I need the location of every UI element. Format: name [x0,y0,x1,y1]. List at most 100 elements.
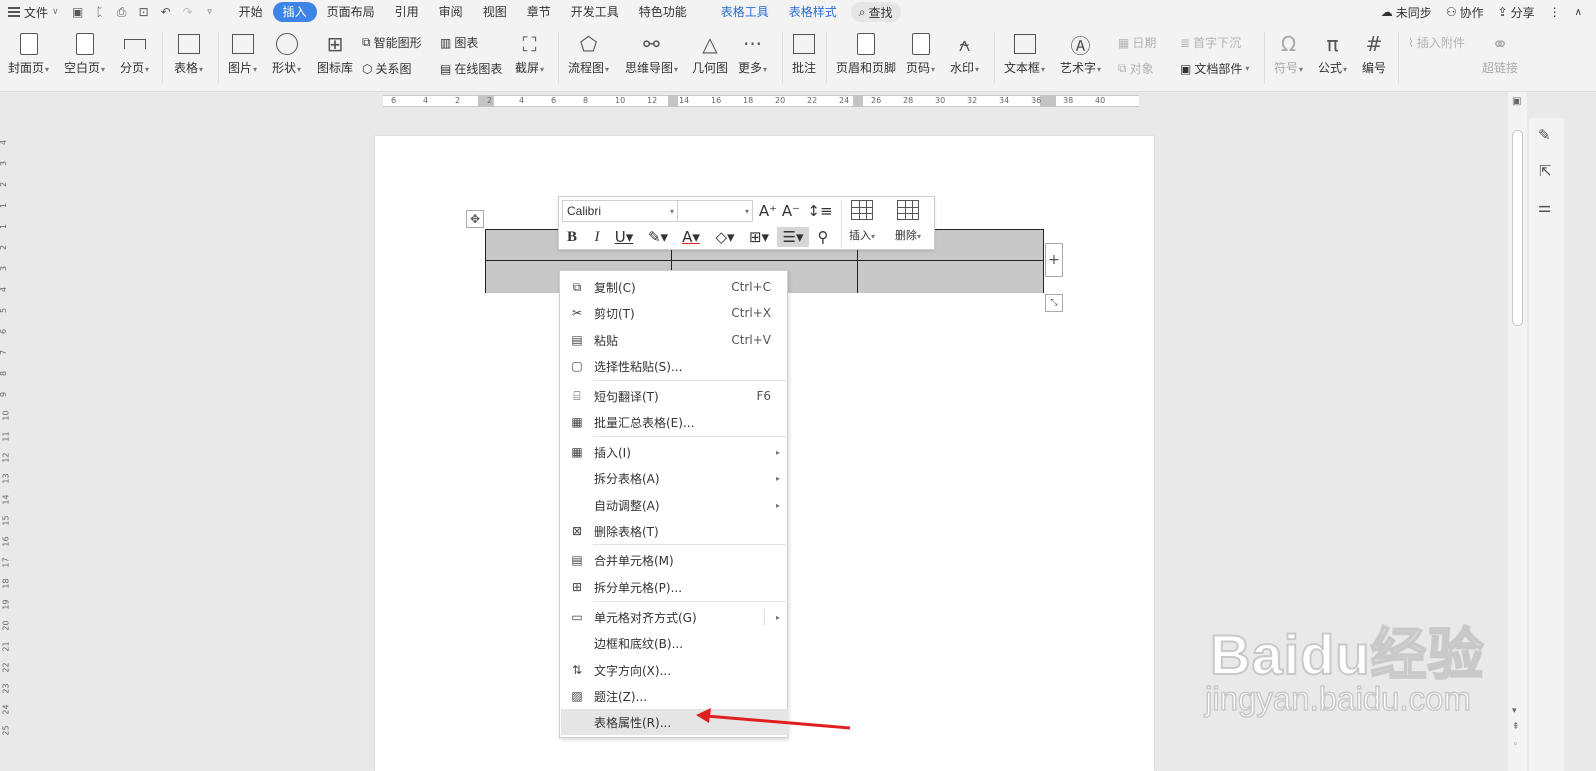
sync-status[interactable]: ☁ 未同步 [1381,4,1432,21]
chart-button[interactable]: ▥ 图表 [440,34,478,51]
cover-page-button[interactable]: 封面页▾ [8,30,49,77]
font-name-select[interactable]: Calibri ▾ [562,200,678,222]
page-break-button[interactable]: 分页▾ [120,30,149,77]
mini-delete-button[interactable]: 删除▾ [895,200,921,243]
screenshot-button[interactable]: ⛶ 截屏▾ [515,30,544,77]
scroll-down-icon[interactable]: ▾ [1512,706,1517,716]
context-menu-item[interactable]: ⌸ 短句翻译(T) F6 [561,383,788,409]
select-browse-icon[interactable]: ◦ [1513,740,1518,750]
format-painter-icon[interactable]: ᛈ [92,4,108,20]
context-menu-item[interactable]: ▨ 题注(Z)... [561,683,788,709]
undo-icon[interactable]: ↶ [158,4,174,20]
tab-insert[interactable]: 插入 [272,2,317,22]
ruler-margin-marker[interactable] [1040,95,1056,107]
icon-library-button[interactable]: ⊞ 图标库 [317,30,353,75]
doc-parts-button[interactable]: ▣ 文档部件 ▾ [1180,60,1249,77]
online-chart-button[interactable]: ▤ 在线图表 [440,60,502,77]
context-menu-item[interactable]: ▤ 合并单元格(M) [561,547,788,573]
watermark-button[interactable]: ⍲ 水印▾ [950,30,979,77]
tab-table-style[interactable]: 表格样式 [779,2,847,22]
underline-icon[interactable]: U▾ [611,227,637,247]
font-size-select[interactable]: ▾ [677,200,753,222]
smart-graphic-button[interactable]: ⧉ 智能图形 [362,34,422,51]
flowchart-button[interactable]: ⬠ 流程图▾ [568,30,609,77]
context-menu-item[interactable]: 表格属性(R)... [561,709,788,735]
collapse-ribbon-icon[interactable]: ∧ [1575,7,1582,18]
picture-button[interactable]: 图片▾ [228,30,257,77]
context-menu-item[interactable]: ▦ 插入(I) ▸ [561,439,788,465]
tab-review[interactable]: 审阅 [429,2,473,22]
relation-map-button[interactable]: ⬡ 关系图 [362,60,412,77]
vertical-scrollbar[interactable]: ▣ ▾ ⇞ ◦ [1508,92,1527,771]
line-spacing-icon[interactable]: ↕≡ [807,201,833,221]
textbox-button[interactable]: 文本框▾ [1004,30,1045,77]
border-icon[interactable]: ⊞▾ [745,227,773,247]
comment-button[interactable]: 批注 [792,30,816,75]
search-box[interactable]: ⌕ 查找 [850,2,901,22]
collaborate-button[interactable]: ⚇ 协作 [1446,4,1484,21]
file-menu[interactable]: 文件 ∨ [0,0,67,24]
context-menu-item[interactable]: 自动调整(A) ▸ [561,492,788,518]
formula-button[interactable]: π 公式▾ [1318,30,1347,77]
context-menu-item[interactable]: ⊞ 拆分单元格(P)... [561,574,788,600]
table-cell[interactable] [858,261,1043,293]
print-icon[interactable]: ⎙ [114,4,130,20]
numbering-button[interactable]: # 编号 [1362,30,1386,75]
mini-insert-button[interactable]: 插入▾ [849,200,875,243]
tab-developer[interactable]: 开发工具 [561,2,629,22]
tab-view[interactable]: 视图 [473,2,517,22]
symbol-button[interactable]: Ω 符号▾ [1274,30,1303,77]
share-button[interactable]: ⇪ 分享 [1498,4,1535,21]
highlight-icon[interactable]: ✎▾ [645,227,671,247]
font-color-icon[interactable]: A▾ [677,227,705,247]
prev-page-icon[interactable]: ⇞ [1512,722,1520,732]
context-menu-item[interactable]: ▭ 单元格对齐方式(G) ▸ [561,604,788,630]
drop-cap-button[interactable]: ≣ 首字下沉 [1180,34,1241,51]
object-button[interactable]: ⧉ 对象 [1118,60,1154,77]
more-button[interactable]: ··· 更多▾ [738,30,767,77]
tab-page-layout[interactable]: 页面布局 [317,2,385,22]
table-resize-handle[interactable]: ⤡ [1045,294,1063,312]
hyperlink-button[interactable]: ⚭ 超链接 [1482,30,1518,75]
mindmap-button[interactable]: ⚯ 思维导图▾ [625,30,678,77]
context-menu-item[interactable]: ⇅ 文字方向(X)... [561,657,788,683]
tab-section[interactable]: 章节 [517,2,561,22]
blank-page-button[interactable]: 空白页▾ [64,30,105,77]
align-icon[interactable]: ☰▾ [777,227,809,247]
bold-icon[interactable]: B [562,227,582,247]
scrollbar-thumb[interactable] [1512,130,1523,326]
context-menu-item[interactable]: ▤ 粘贴 Ctrl+V [561,327,788,353]
scroll-top-icon[interactable]: ▣ [1512,96,1521,107]
tab-table-tools[interactable]: 表格工具 [711,2,779,22]
shape-button[interactable]: 形状▾ [272,30,301,77]
context-menu-item[interactable]: ▦ 批量汇总表格(E)... [561,409,788,435]
settings-sliders-icon[interactable]: ⚌ [1538,198,1551,216]
context-menu-item[interactable]: 边框和底纹(B)... [561,630,788,656]
context-menu-item[interactable]: ⊠ 删除表格(T) [561,518,788,544]
shading-icon[interactable]: ◇▾ [711,227,739,247]
add-column-button[interactable]: + [1045,243,1063,277]
ruler-column-marker[interactable] [668,95,678,107]
geometry-button[interactable]: △ 几何图 [692,30,728,75]
page-number-button[interactable]: 页码▾ [906,30,935,77]
increase-font-icon[interactable]: A⁺ [758,201,778,221]
italic-icon[interactable]: I [587,227,607,247]
cursor-icon[interactable]: ⇱ [1539,162,1552,180]
context-menu-item[interactable]: ✂ 剪切(T) Ctrl+X [561,300,788,326]
pen-icon[interactable]: ✎ [1538,126,1551,144]
tab-features[interactable]: 特色功能 [629,2,697,22]
redo-icon[interactable]: ↷ [180,4,196,20]
quick-access-dropdown-icon[interactable]: ▿ [202,4,218,20]
decrease-font-icon[interactable]: A⁻ [781,201,801,221]
context-menu-item[interactable]: ⧉ 复制(C) Ctrl+C [561,274,788,300]
print-preview-icon[interactable]: ⊡ [136,4,152,20]
context-menu-item[interactable]: ▢ 选择性粘贴(S)... [561,353,788,379]
tab-references[interactable]: 引用 [385,2,429,22]
tab-home[interactable]: 开始 [229,2,273,22]
save-icon[interactable]: ▣ [70,4,86,20]
date-button[interactable]: ▦ 日期 [1118,34,1156,51]
table-button[interactable]: 表格▾ [174,30,203,77]
table-move-handle[interactable]: ✥ [466,210,484,228]
wordart-button[interactable]: Ⓐ 艺术字▾ [1060,30,1101,77]
attachment-button[interactable]: ⌇ 插入附件 [1408,34,1465,51]
